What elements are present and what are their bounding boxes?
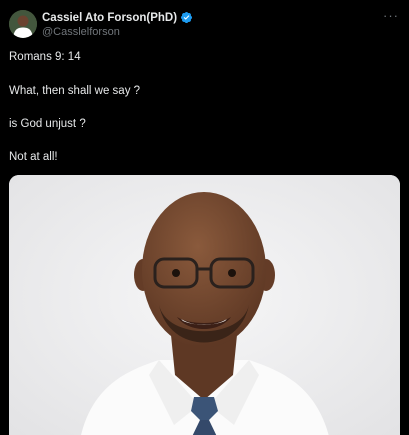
more-options-icon[interactable]: ··· xyxy=(383,9,399,22)
verified-badge-icon xyxy=(180,11,193,24)
tweet-text-line: Not at all! xyxy=(9,151,58,163)
tweet-text-line: is God unjust ? xyxy=(9,118,86,130)
tweet-text-line: Romans 9: 14 xyxy=(9,51,81,63)
avatar-photo xyxy=(9,10,37,38)
tweet[interactable]: Cassiel Ato Forson(PhD) @Casslelforson ·… xyxy=(0,0,409,435)
author-display-name[interactable]: Cassiel Ato Forson(PhD) xyxy=(42,12,177,24)
author-handle[interactable]: @Casslelforson xyxy=(42,26,120,38)
avatar[interactable] xyxy=(9,10,37,38)
tweet-text-line: What, then shall we say ? xyxy=(9,85,141,97)
author-name-row: Cassiel Ato Forson(PhD) xyxy=(42,11,193,24)
portrait-photo xyxy=(9,175,400,435)
tweet-media-photo[interactable] xyxy=(9,175,400,435)
